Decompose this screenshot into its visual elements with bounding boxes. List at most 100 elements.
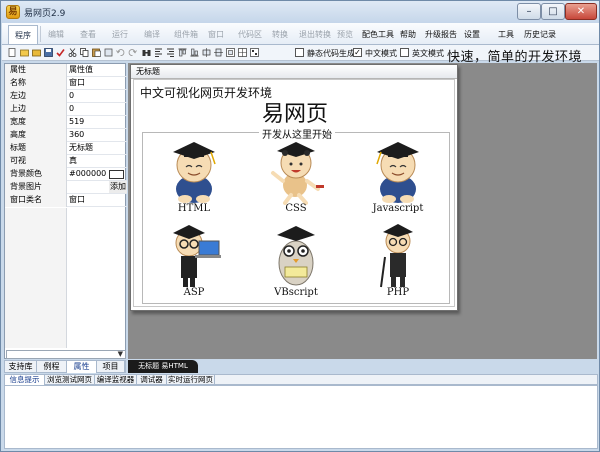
menu-history[interactable]: 历史记录 — [524, 29, 556, 40]
property-panel: 属性 属性值 名称 窗口 左边 0 上边 0 宽度 519 高度 360 标题 … — [4, 63, 127, 359]
form-body[interactable]: 中文可视化网页开发环境 易网页 开发从这里开始 HTML CSS Javascr… — [133, 79, 455, 307]
align-right-icon[interactable] — [166, 48, 175, 57]
tab-debugger[interactable]: 调试器 — [137, 375, 167, 385]
property-row-bg-image[interactable]: 背景图片 添加 — [5, 181, 127, 194]
tab-compile-monitor[interactable]: 编译监视器 — [95, 375, 137, 385]
tab-info[interactable]: 信息提示 — [5, 375, 45, 385]
asp-character[interactable]: ASP — [159, 221, 229, 301]
add-image-button[interactable]: 添加 — [109, 181, 127, 193]
property-row-title[interactable]: 标题 无标题 — [5, 142, 127, 155]
menu-upgrade-report[interactable]: 升级报告 — [425, 29, 457, 40]
tab-document[interactable]: 无标题 易HTML — [128, 360, 198, 373]
property-key: 可视 — [5, 155, 67, 168]
css-character[interactable]: CSS — [261, 137, 331, 215]
title-bar: 易 易网页2.9 – □ ✕ — [1, 1, 599, 23]
menu-window[interactable]: 窗口 — [208, 29, 224, 40]
cut-icon[interactable] — [68, 48, 77, 57]
property-value[interactable]: 真 — [69, 155, 77, 168]
left-panel-tabs: 支持库 例程 属性 项目 — [4, 360, 126, 373]
property-value[interactable]: 360 — [69, 129, 84, 142]
menu-tools[interactable]: 工具 — [498, 29, 514, 40]
property-header-row: 属性 属性值 — [5, 64, 127, 77]
tab-properties[interactable]: 属性 — [67, 361, 97, 373]
property-row-bg-color[interactable]: 背景颜色 #000000 — [5, 168, 127, 181]
undo-icon[interactable] — [116, 48, 125, 57]
html-character[interactable]: HTML — [159, 137, 229, 215]
object-selector-dropdown[interactable]: ▼ — [6, 350, 126, 359]
menu-preview[interactable]: 预览 — [337, 29, 353, 40]
maximize-button[interactable]: □ — [541, 3, 565, 20]
property-row-name[interactable]: 名称 窗口 — [5, 77, 127, 90]
menu-settings[interactable]: 设置 — [464, 29, 480, 40]
open-folder-icon[interactable] — [32, 48, 41, 57]
chinese-mode-checkbox[interactable]: ✓ — [353, 48, 362, 57]
property-row-class-name[interactable]: 窗口类名 窗口 — [5, 194, 127, 207]
tab-support-library[interactable]: 支持库 — [5, 361, 37, 373]
form-window[interactable]: 无标题 中文可视化网页开发环境 易网页 开发从这里开始 HTML CSS Jav… — [130, 64, 458, 311]
tab-browse-test[interactable]: 浏览测试网页 — [45, 375, 95, 385]
color-picker-button[interactable] — [109, 170, 124, 179]
property-row-top[interactable]: 上边 0 — [5, 103, 127, 116]
property-row-width[interactable]: 宽度 519 — [5, 116, 127, 129]
menu-compile[interactable]: 编译 — [144, 29, 160, 40]
align-top-icon[interactable] — [178, 48, 187, 57]
form-title-bar[interactable]: 无标题 — [131, 65, 457, 79]
english-mode-label: 英文模式 — [412, 49, 444, 58]
open-file-icon[interactable] — [20, 48, 29, 57]
property-value[interactable]: 0 — [69, 90, 74, 103]
menu-exit-convert[interactable]: 退出转换 — [299, 29, 331, 40]
vbscript-character[interactable]: VBscript — [261, 221, 331, 301]
align-bottom-icon[interactable] — [190, 48, 199, 57]
design-canvas[interactable]: 无标题 中文可视化网页开发环境 易网页 开发从这里开始 HTML CSS Jav… — [128, 63, 597, 359]
check-icon[interactable] — [56, 48, 65, 57]
delete-icon[interactable] — [104, 48, 113, 57]
property-row-visible[interactable]: 可视 真 — [5, 155, 127, 168]
same-size-icon[interactable] — [226, 48, 235, 57]
property-value[interactable]: 519 — [69, 116, 84, 129]
property-key: 名称 — [5, 77, 67, 90]
menu-program[interactable]: 程序 — [8, 25, 38, 44]
form-big-title[interactable]: 易网页 — [134, 96, 456, 128]
menu-color-tool[interactable]: 配色工具 — [362, 29, 394, 40]
property-key: 左边 — [5, 90, 67, 103]
php-character[interactable]: PHP — [363, 221, 433, 301]
minimize-button[interactable]: – — [517, 3, 541, 20]
copy-icon[interactable] — [80, 48, 89, 57]
tab-live-run[interactable]: 实时运行网页 — [167, 375, 215, 385]
find-icon[interactable] — [142, 48, 151, 57]
new-file-icon[interactable] — [8, 48, 17, 57]
center-horizontal-icon[interactable] — [202, 48, 211, 57]
css-label: CSS — [285, 203, 307, 214]
static-code-checkbox[interactable] — [295, 48, 304, 57]
property-row-height[interactable]: 高度 360 — [5, 129, 127, 142]
menu-bar: 程序 编辑 查看 运行 编译 组件箱 窗口 代码区 转换 退出转换 预览 配色工… — [2, 23, 599, 45]
property-value[interactable]: 无标题 — [69, 142, 93, 155]
menu-run[interactable]: 运行 — [112, 29, 128, 40]
graduate-baby-icon — [376, 142, 419, 203]
menu-code-area[interactable]: 代码区 — [238, 29, 262, 40]
property-row-left[interactable]: 左边 0 — [5, 90, 127, 103]
redo-icon[interactable] — [128, 48, 137, 57]
menu-help[interactable]: 帮助 — [400, 29, 416, 40]
property-value[interactable]: 0 — [69, 103, 74, 116]
tab-examples[interactable]: 例程 — [37, 361, 67, 373]
center-vertical-icon[interactable] — [214, 48, 223, 57]
menu-view[interactable]: 查看 — [80, 29, 96, 40]
property-value[interactable]: #000000 — [69, 168, 106, 181]
javascript-character[interactable]: Javascript — [363, 137, 433, 215]
english-mode-checkbox[interactable] — [400, 48, 409, 57]
paste-icon[interactable] — [92, 48, 101, 57]
property-value[interactable]: 窗口 — [69, 77, 85, 90]
close-button[interactable]: ✕ — [565, 3, 597, 20]
menu-component-box[interactable]: 组件箱 — [174, 29, 198, 40]
save-icon[interactable] — [44, 48, 53, 57]
property-value[interactable]: 窗口 — [69, 194, 85, 207]
grid-icon[interactable] — [238, 48, 247, 57]
menu-convert[interactable]: 转换 — [272, 29, 288, 40]
menu-edit[interactable]: 编辑 — [48, 29, 64, 40]
layout-icon[interactable] — [250, 48, 259, 57]
tab-project[interactable]: 项目 — [97, 361, 125, 373]
align-left-icon[interactable] — [154, 48, 163, 57]
start-group-box[interactable]: 开发从这里开始 HTML CSS Javascript ASP VBscript… — [142, 126, 450, 304]
output-panel[interactable] — [4, 385, 598, 449]
